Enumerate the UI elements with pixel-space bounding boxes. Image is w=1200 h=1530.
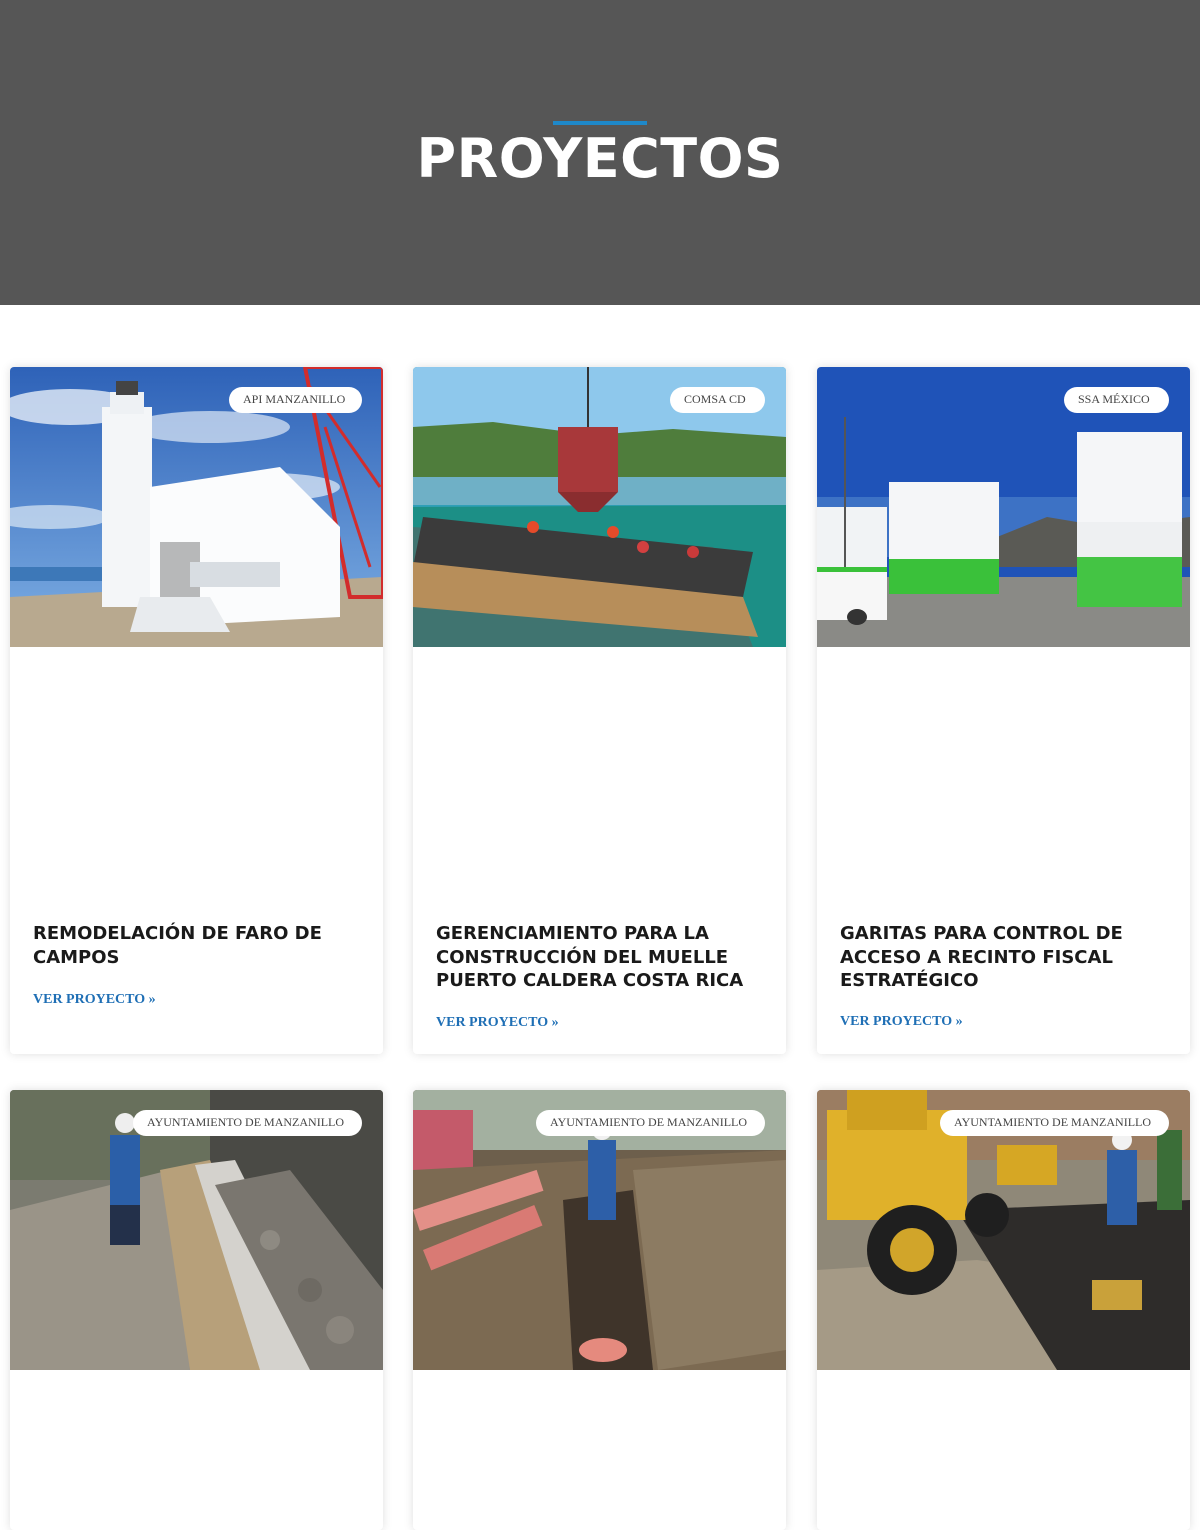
title-accent-line (553, 121, 647, 125)
client-badge: AYUNTAMIENTO DE MANZANILLO (133, 1110, 362, 1136)
project-card: SSA MÉXICO GARITAS PARA CONTROL DE ACCES… (817, 367, 1190, 1054)
page-header: PROYECTOS (0, 0, 1200, 305)
page-title: PROYECTOS (416, 127, 784, 190)
ver-proyecto-link[interactable]: VER PROYECTO » (840, 1014, 963, 1030)
client-badge: API MANZANILLO (229, 387, 362, 413)
project-card: AYUNTAMIENTO DE MANZANILLO (413, 1090, 786, 1530)
project-title[interactable]: GARITAS PARA CONTROL DE ACCESO A RECINTO… (840, 922, 1170, 993)
project-card: COMSA CD GERENCIAMIENTO PARA LA CONSTRUC… (413, 367, 786, 1054)
project-card: API MANZANILLO REMODELACIÓN DE FARO DE C… (10, 367, 383, 1054)
ver-proyecto-link[interactable]: VER PROYECTO » (33, 992, 156, 1008)
project-card: AYUNTAMIENTO DE MANZANILLO (817, 1090, 1190, 1530)
project-card: AYUNTAMIENTO DE MANZANILLO (10, 1090, 383, 1530)
project-title[interactable]: GERENCIAMIENTO PARA LA CONSTRUCCIÓN DEL … (436, 922, 766, 993)
client-badge: AYUNTAMIENTO DE MANZANILLO (940, 1110, 1169, 1136)
ver-proyecto-link[interactable]: VER PROYECTO » (436, 1015, 559, 1031)
client-badge: AYUNTAMIENTO DE MANZANILLO (536, 1110, 765, 1136)
client-badge: COMSA CD (670, 387, 765, 413)
project-title[interactable]: REMODELACIÓN DE FARO DE CAMPOS (33, 922, 363, 969)
client-badge: SSA MÉXICO (1064, 387, 1169, 413)
